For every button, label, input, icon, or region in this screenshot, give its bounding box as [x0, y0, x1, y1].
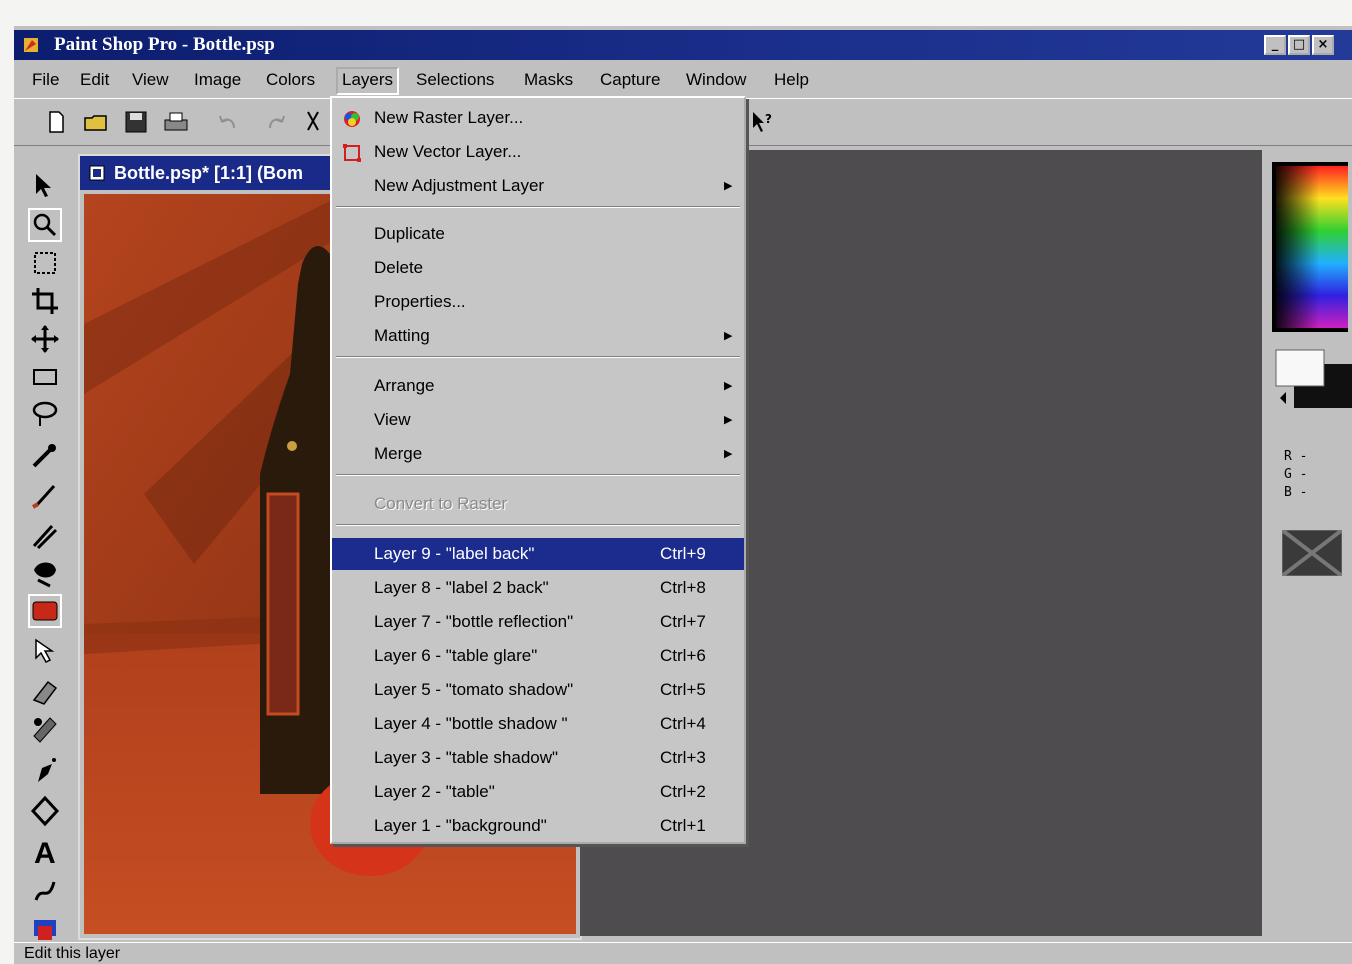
text-tool-icon[interactable]: A [28, 834, 62, 868]
color-palette-panel: R - G - B - [1262, 150, 1352, 960]
arrow-tool-icon[interactable] [28, 168, 62, 202]
color-spectrum[interactable] [1272, 162, 1348, 332]
menu-item-new-vector-layer[interactable]: New Vector Layer... [332, 136, 744, 168]
document-title: Bottle.psp* [1:1] (Bom [114, 163, 303, 183]
rgb-readout: R - G - B - [1284, 448, 1307, 502]
app-window: Paint Shop Pro - Bottle.psp _ □ × File E… [14, 26, 1352, 964]
menu-item-layer-3[interactable]: Layer 3 - "table shadow" Ctrl+3 [332, 742, 744, 774]
selection-tool-icon[interactable] [28, 360, 62, 394]
scratch-remover-icon[interactable] [28, 634, 62, 668]
layers-menu: New Raster Layer... New Vector Layer... … [330, 96, 746, 844]
menu-masks[interactable]: Masks [520, 68, 577, 92]
menu-bar: File Edit View Image Colors Layers Selec… [14, 64, 1352, 95]
green-value: G - [1284, 467, 1308, 482]
minimize-button[interactable]: _ [1264, 35, 1286, 55]
menu-item-arrange[interactable]: Arrange ▶ [332, 370, 744, 402]
color-replacer-icon[interactable] [28, 556, 62, 590]
crop-tool-icon[interactable] [28, 284, 62, 318]
flood-fill-icon[interactable] [28, 794, 62, 828]
menu-capture[interactable]: Capture [596, 68, 664, 92]
menu-item-view[interactable]: View ▶ [332, 404, 744, 436]
paint-shop-pro-icon [24, 38, 38, 52]
menu-item-layer-4[interactable]: Layer 4 - "bottle shadow " Ctrl+4 [332, 708, 744, 740]
menu-item-new-raster-layer[interactable]: New Raster Layer... [332, 102, 744, 134]
svg-text:?: ? [765, 112, 772, 126]
picture-tube-icon[interactable] [28, 712, 62, 746]
menu-layers[interactable]: Layers [336, 67, 400, 95]
print-icon[interactable] [162, 108, 190, 136]
menu-item-layer-6[interactable]: Layer 6 - "table glare" Ctrl+6 [332, 640, 744, 672]
mover-tool-icon[interactable] [28, 322, 62, 356]
cut-icon[interactable] [300, 108, 328, 136]
menu-image[interactable]: Image [190, 68, 245, 92]
svg-text:A: A [34, 837, 56, 868]
raster-layer-icon [344, 111, 360, 127]
save-icon[interactable] [122, 108, 150, 136]
submenu-arrow-icon: ▶ [724, 448, 733, 460]
undo-icon[interactable] [214, 108, 242, 136]
eraser-tool-icon[interactable] [28, 674, 62, 708]
status-bar: Edit this layer [14, 942, 1352, 964]
menu-separator [336, 474, 740, 476]
open-folder-icon[interactable] [82, 108, 110, 136]
menu-item-duplicate[interactable]: Duplicate [332, 218, 744, 250]
airbrush-tool-icon[interactable] [28, 754, 62, 788]
close-button[interactable]: × [1312, 35, 1334, 55]
menu-window[interactable]: Window [682, 68, 750, 92]
menu-item-merge[interactable]: Merge ▶ [332, 438, 744, 470]
menu-file[interactable]: File [28, 68, 63, 92]
pattern-swatch[interactable] [1282, 530, 1342, 576]
vector-layer-icon [343, 144, 361, 162]
menu-selections[interactable]: Selections [412, 68, 498, 92]
new-file-icon[interactable] [42, 108, 70, 136]
paintbrush-tool-icon[interactable] [28, 478, 62, 512]
menu-colors[interactable]: Colors [262, 68, 319, 92]
submenu-arrow-icon: ▶ [724, 414, 733, 426]
menu-item-layer-2[interactable]: Layer 2 - "table" Ctrl+2 [332, 776, 744, 808]
document-icon [89, 165, 105, 181]
blue-value: B - [1284, 485, 1308, 500]
deformation-tool-icon[interactable] [28, 246, 62, 280]
menu-separator [336, 356, 740, 358]
retouch-tool-icon[interactable] [28, 594, 62, 628]
menu-separator [336, 524, 740, 526]
title-bar[interactable]: Paint Shop Pro - Bottle.psp _ □ × [14, 30, 1352, 60]
preset-shapes-icon[interactable] [28, 912, 62, 946]
clone-brush-icon[interactable] [28, 518, 62, 552]
tool-palette: A [22, 166, 70, 956]
submenu-arrow-icon: ▶ [724, 180, 733, 192]
maximize-button[interactable]: □ [1288, 35, 1310, 55]
menu-view[interactable]: View [128, 68, 173, 92]
status-text: Edit this layer [24, 945, 121, 962]
menu-item-layer-8[interactable]: Layer 8 - "label 2 back" Ctrl+8 [332, 572, 744, 604]
dropper-tool-icon[interactable] [28, 438, 62, 472]
window-title: Paint Shop Pro - Bottle.psp [54, 34, 275, 55]
context-help-icon[interactable]: ? [748, 108, 776, 136]
menu-item-properties[interactable]: Properties... [332, 286, 744, 318]
menu-item-new-adjustment-layer[interactable]: New Adjustment Layer ▶ [332, 170, 744, 202]
redo-icon[interactable] [262, 108, 290, 136]
submenu-arrow-icon: ▶ [724, 380, 733, 392]
submenu-arrow-icon: ▶ [724, 330, 733, 342]
menu-item-layer-1[interactable]: Layer 1 - "background" Ctrl+1 [332, 810, 744, 842]
menu-help[interactable]: Help [770, 68, 813, 92]
zoom-tool-icon[interactable] [28, 208, 62, 242]
menu-item-layer-7[interactable]: Layer 7 - "bottle reflection" Ctrl+7 [332, 606, 744, 638]
menu-item-convert-to-raster[interactable]: Convert to Raster [332, 488, 744, 520]
menu-item-delete[interactable]: Delete [332, 252, 744, 284]
menu-item-matting[interactable]: Matting ▶ [332, 320, 744, 352]
menu-item-layer-5[interactable]: Layer 5 - "tomato shadow" Ctrl+5 [332, 674, 744, 706]
draw-tool-icon[interactable] [28, 874, 62, 908]
menu-item-layer-9[interactable]: Layer 9 - "label back" Ctrl+9 [332, 538, 744, 570]
lasso-tool-icon[interactable] [28, 398, 62, 432]
menu-edit[interactable]: Edit [76, 68, 113, 92]
red-value: R - [1284, 449, 1308, 464]
menu-separator [336, 206, 740, 208]
foreground-background-swatch[interactable] [1272, 346, 1352, 416]
